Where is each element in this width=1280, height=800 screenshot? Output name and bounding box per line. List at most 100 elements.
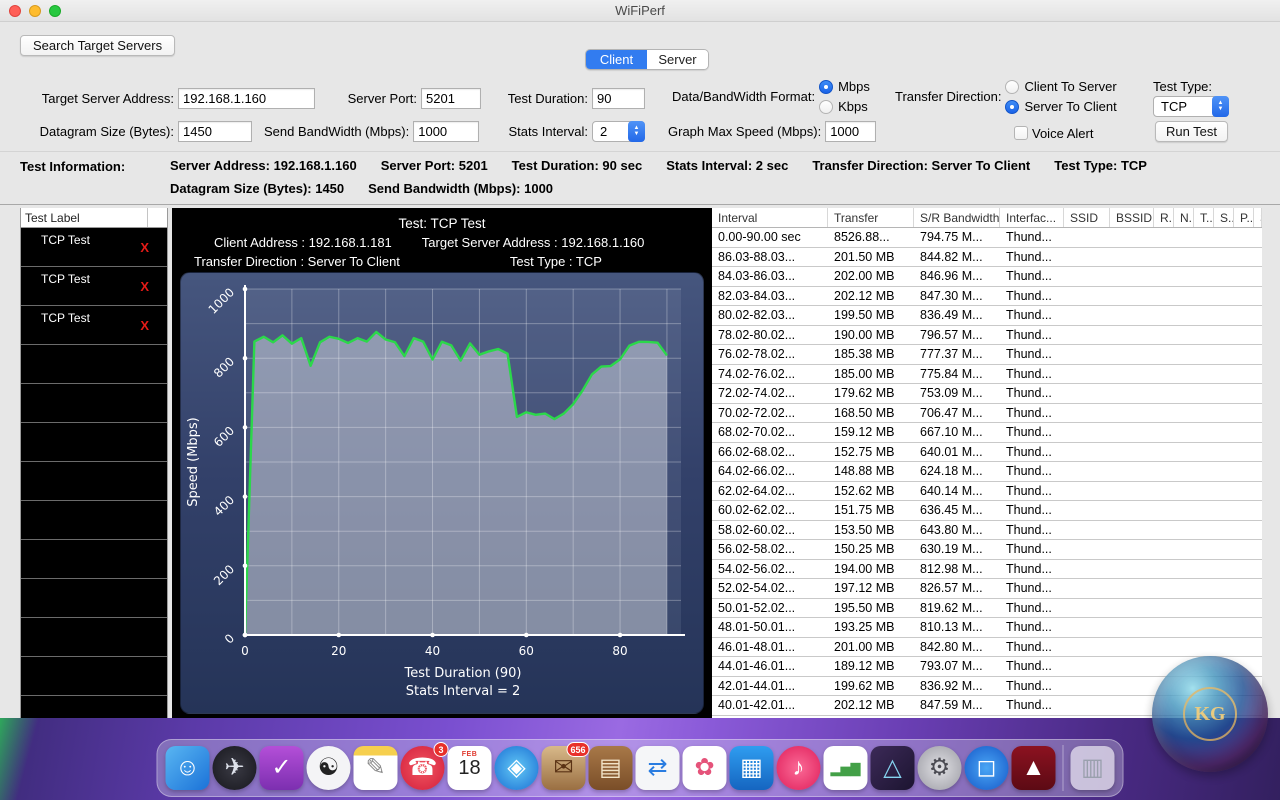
table-row[interactable]: 62.02-64.02...152.62 MB640.14 M...Thund.… [712, 482, 1262, 502]
table-row[interactable]: 68.02-70.02...159.12 MB667.10 M...Thund.… [712, 423, 1262, 443]
dock-item-screen-sharing[interactable]: ◻ [965, 746, 1009, 790]
dock-item-things[interactable]: ✓ [260, 746, 304, 790]
table-cell [1254, 423, 1262, 442]
test-duration-input[interactable] [592, 88, 645, 109]
tab-server[interactable]: Server [647, 50, 708, 69]
table-row[interactable]: 56.02-58.02...150.25 MB630.19 M...Thund.… [712, 540, 1262, 560]
table-row[interactable]: 50.01-52.02...195.50 MB819.62 M...Thund.… [712, 599, 1262, 619]
table-cell [1064, 384, 1110, 403]
column-header[interactable]: Transfer [828, 208, 914, 227]
dock-item-safari[interactable]: ◈ [495, 746, 539, 790]
voice-alert-checkbox[interactable] [1014, 126, 1028, 140]
dock-item-affinity-photo[interactable]: △ [871, 746, 915, 790]
column-header[interactable]: SSID [1064, 208, 1110, 227]
table-cell [1214, 267, 1234, 286]
close-button[interactable] [9, 5, 21, 17]
dock-item-finder[interactable]: ☺ [166, 746, 210, 790]
radio-mbps[interactable]: Mbps [819, 78, 870, 95]
column-header[interactable]: Interfac... [1000, 208, 1064, 227]
delete-test-icon[interactable]: X [140, 318, 149, 333]
dock-item-notes[interactable]: ✎ [354, 746, 398, 790]
table-cell: 64.02-66.02... [712, 462, 828, 481]
dock-item-acrobat[interactable]: ▲ [1012, 746, 1056, 790]
test-label-row[interactable]: TCP TestX [21, 267, 167, 306]
table-row[interactable]: 70.02-72.02...168.50 MB706.47 M...Thund.… [712, 404, 1262, 424]
column-header[interactable]: N... [1174, 208, 1194, 227]
column-header[interactable]: Interval [712, 208, 828, 227]
table-row[interactable]: 86.03-88.03...201.50 MB844.82 M...Thund.… [712, 248, 1262, 268]
run-test-button[interactable]: Run Test [1155, 121, 1228, 142]
test-label-row[interactable] [21, 423, 167, 462]
column-header[interactable]: P... [1234, 208, 1254, 227]
dock-item-calendar[interactable]: FEB18 [448, 746, 492, 790]
test-label-row[interactable] [21, 501, 167, 540]
table-row[interactable]: 48.01-50.01...193.25 MB810.13 M...Thund.… [712, 618, 1262, 638]
dock-item-mail-stamp[interactable]: ✉656 [542, 746, 586, 790]
delete-test-icon[interactable]: X [140, 279, 149, 294]
target-server-address-input[interactable] [178, 88, 315, 109]
test-label-column-header[interactable]: Test Label [21, 208, 167, 228]
table-row[interactable]: 0.00-90.00 sec8526.88...794.75 M...Thund… [712, 228, 1262, 248]
delete-test-icon[interactable]: X [140, 240, 149, 255]
dock-item-music[interactable]: ♪ [777, 746, 821, 790]
table-row[interactable]: 58.02-60.02...153.50 MB643.80 M...Thund.… [712, 521, 1262, 541]
graph-max-speed-input[interactable] [825, 121, 876, 142]
test-label-row[interactable] [21, 618, 167, 657]
stats-interval-select[interactable]: 2 ▲▼ [592, 121, 645, 142]
dock-item-charts[interactable]: ▂▅▇ [824, 746, 868, 790]
dock-item-yin-yang[interactable]: ☯ [307, 746, 351, 790]
table-row[interactable]: 74.02-76.02...185.00 MB775.84 M...Thund.… [712, 365, 1262, 385]
column-header[interactable]: R... [1154, 208, 1174, 227]
test-type-select[interactable]: TCP ▲▼ [1153, 96, 1229, 117]
test-label-row[interactable] [21, 579, 167, 618]
send-bandwidth-input[interactable] [413, 121, 479, 142]
test-label-row[interactable] [21, 657, 167, 696]
table-row[interactable]: 80.02-82.03...199.50 MB836.49 M...Thund.… [712, 306, 1262, 326]
test-label-row[interactable] [21, 345, 167, 384]
dock-item-address-book[interactable]: ▤ [589, 746, 633, 790]
table-row[interactable]: 46.01-48.01...201.00 MB842.80 M...Thund.… [712, 638, 1262, 658]
table-cell [1154, 384, 1174, 403]
table-row[interactable]: 78.02-80.02...190.00 MB796.57 M...Thund.… [712, 326, 1262, 346]
test-label-row[interactable] [21, 696, 167, 718]
table-row[interactable]: 84.03-86.03...202.00 MB846.96 M...Thund.… [712, 267, 1262, 287]
test-label-row[interactable] [21, 540, 167, 579]
dock-item-system-preferences[interactable]: ⚙ [918, 746, 962, 790]
dock-item-photos[interactable]: ✿ [683, 746, 727, 790]
table-cell [1214, 501, 1234, 520]
column-header[interactable]: S... [1254, 208, 1262, 227]
test-label-row[interactable] [21, 384, 167, 423]
table-row[interactable]: 76.02-78.02...185.38 MB777.37 M...Thund.… [712, 345, 1262, 365]
table-row[interactable]: 54.02-56.02...194.00 MB812.98 M...Thund.… [712, 560, 1262, 580]
zoom-button[interactable] [49, 5, 61, 17]
table-row[interactable]: 82.03-84.03...202.12 MB847.30 M...Thund.… [712, 287, 1262, 307]
table-row[interactable]: 60.02-62.02...151.75 MB636.45 M...Thund.… [712, 501, 1262, 521]
dock-item-sharing[interactable]: ⇄ [636, 746, 680, 790]
column-header[interactable]: S/R Bandwidth [914, 208, 1000, 227]
minimize-button[interactable] [29, 5, 41, 17]
dock-item-keynote[interactable]: ▦ [730, 746, 774, 790]
test-label-row[interactable]: TCP TestX [21, 306, 167, 345]
dock-item-messages[interactable]: ☎3 [401, 746, 445, 790]
test-label-row[interactable] [21, 462, 167, 501]
table-row[interactable]: 66.02-68.02...152.75 MB640.01 M...Thund.… [712, 443, 1262, 463]
radio-server-to-client[interactable]: Server To Client [1005, 98, 1116, 115]
table-cell [1064, 345, 1110, 364]
tab-client[interactable]: Client [586, 50, 647, 69]
server-port-input[interactable] [421, 88, 481, 109]
column-header[interactable]: S... [1214, 208, 1234, 227]
datagram-size-input[interactable] [178, 121, 252, 142]
dock: ☺✈✓☯✎☎3FEB18◈✉656▤⇄✿▦♪▂▅▇△⚙◻▲ ▥ [157, 739, 1124, 797]
table-row[interactable]: 64.02-66.02...148.88 MB624.18 M...Thund.… [712, 462, 1262, 482]
table-row[interactable]: 72.02-74.02...179.62 MB753.09 M...Thund.… [712, 384, 1262, 404]
column-header[interactable]: T... [1194, 208, 1214, 227]
column-header[interactable]: BSSID [1110, 208, 1154, 227]
test-label-row[interactable]: TCP TestX [21, 228, 167, 267]
table-cell: 793.07 M... [914, 657, 1000, 676]
radio-kbps[interactable]: Kbps [819, 98, 870, 115]
search-target-servers-button[interactable]: Search Target Servers [20, 35, 175, 56]
radio-client-to-server[interactable]: Client To Server [1005, 78, 1116, 95]
dock-item-launchpad[interactable]: ✈ [213, 746, 257, 790]
dock-item-trash[interactable]: ▥ [1071, 746, 1115, 790]
table-row[interactable]: 52.02-54.02...197.12 MB826.57 M...Thund.… [712, 579, 1262, 599]
